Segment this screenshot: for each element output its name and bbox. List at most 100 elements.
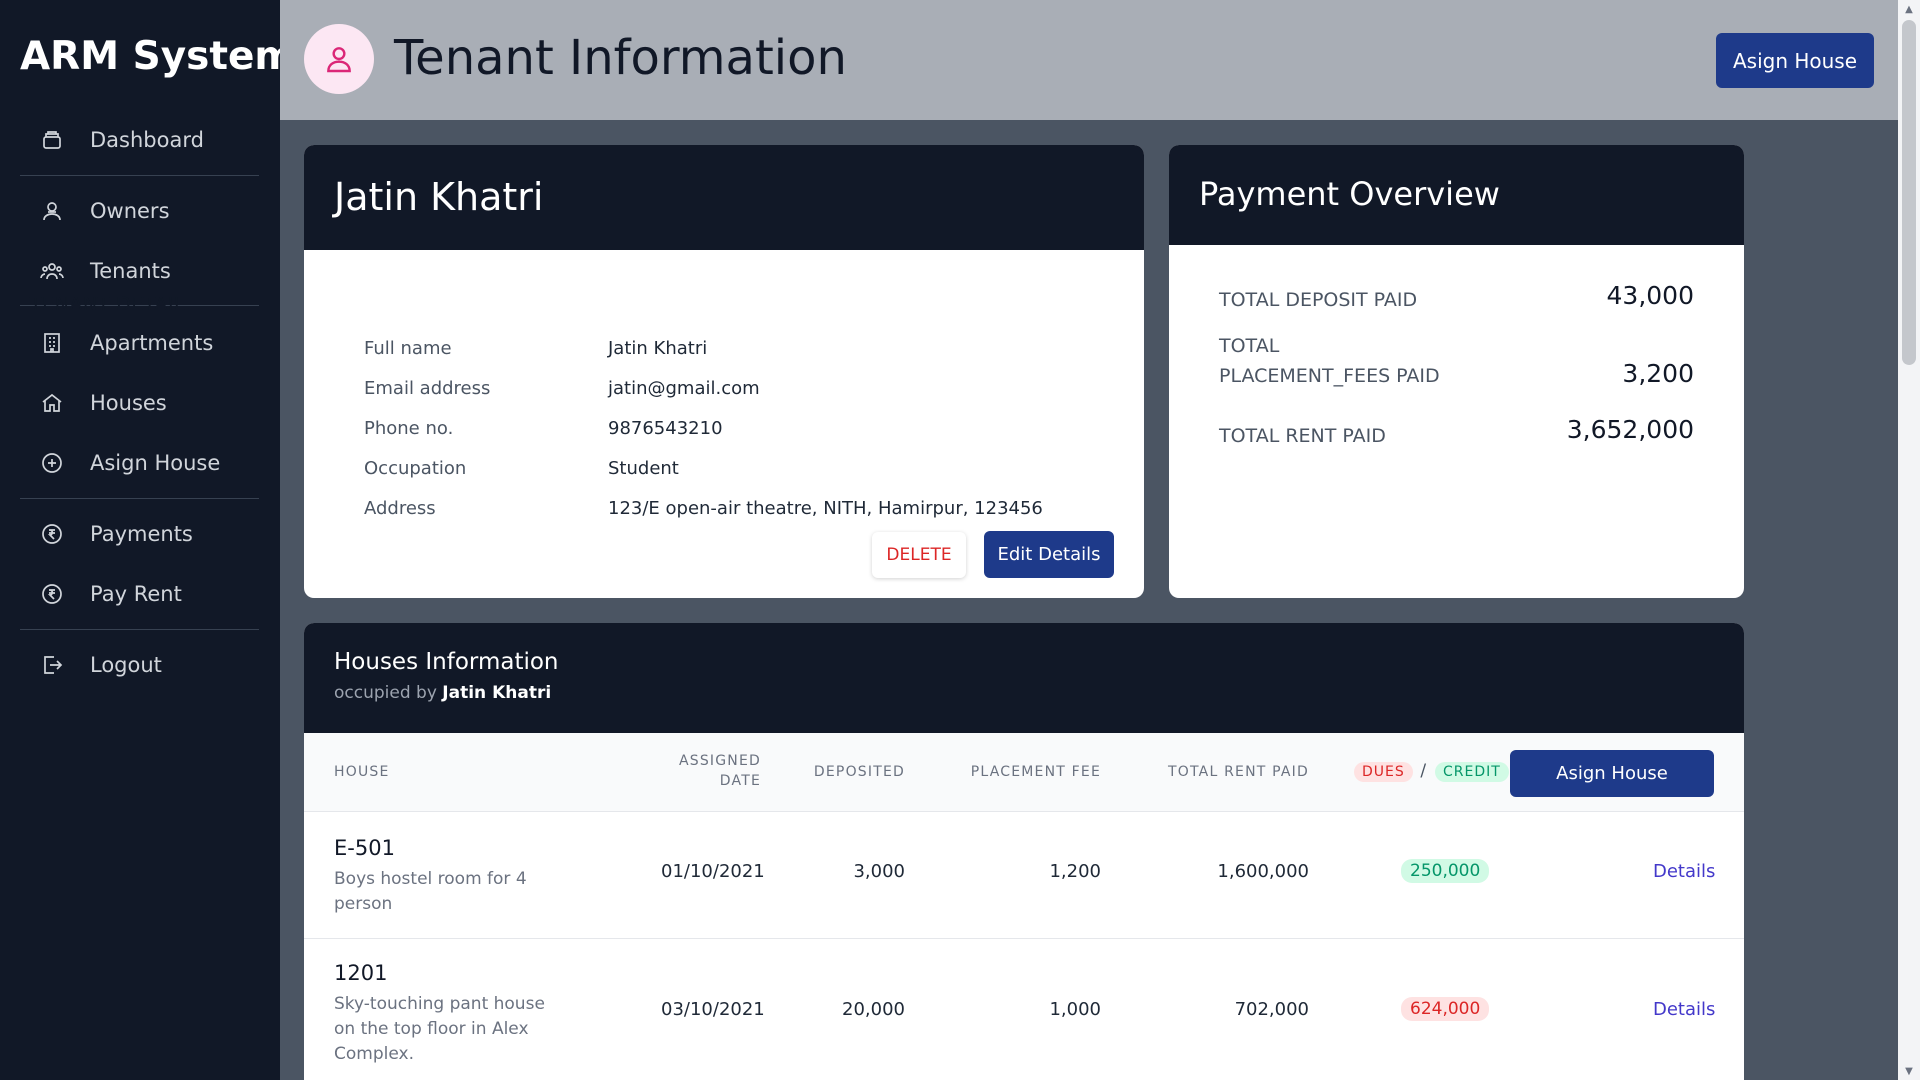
total-rent-paid-amount: 702,000 [1234,999,1309,1020]
tenant-card-header: Jatin Khatri [304,145,1144,250]
sidebar-divider [20,498,259,499]
edit-details-button[interactable]: Edit Details [984,531,1114,578]
sidebar-item-label: Houses [90,391,167,415]
table-asign-house-button[interactable]: Asign House [1510,750,1714,797]
tenant-name: Jatin Khatri [334,175,544,219]
sidebar-item-logout[interactable]: Logout [20,641,259,689]
sidebar-item-tenants[interactable]: Tenants [20,247,259,295]
total-rent-row: TOTAL RENT PAID 3,652,000 [1219,415,1694,455]
dues-badge: DUES [1354,762,1413,782]
avatar [304,24,374,94]
logout-icon [40,653,64,677]
page-scrollbar[interactable]: ▲ ▼ [1898,0,1920,1080]
houses-card-header: Houses Information occupied by Jatin Kha… [304,623,1744,733]
assigned-date: 01/10/2021 [661,861,765,882]
total-placement-fees-row: TOTAL PLACEMENT_FEES PAID 3,200 [1219,331,1694,393]
detail-value: jatin@gmail.com [608,378,760,399]
detail-value: Jatin Khatri [608,338,708,359]
total-deposit-label: TOTAL DEPOSIT PAID [1219,289,1418,311]
sidebar-item-label: Tenants [90,259,171,283]
occupied-by-label: occupied by [334,683,437,703]
house-name: 1201 [334,961,388,985]
total-placement-fees-value: 3,200 [1622,359,1694,388]
detail-label: Occupation [364,458,467,479]
detail-row-phone: Phone no. 9876543210 [364,418,1124,448]
dues-amount-badge: 624,000 [1401,997,1490,1021]
page-header: Tenant Information Asign House [280,0,1898,120]
sidebar-divider [20,175,259,176]
scroll-down-arrow-icon[interactable]: ▼ [1898,1062,1920,1080]
placement-fees-label-line2: PLACEMENT_FEES PAID [1219,365,1440,387]
house-description: Sky-touching pant house on the top floor… [334,994,545,1064]
detail-value: 9876543210 [608,418,723,439]
delete-button[interactable]: DELETE [872,532,966,578]
home-icon [40,391,64,415]
sidebar-item-owners[interactable]: Owners [20,187,259,235]
houses-information-card: Houses Information occupied by Jatin Kha… [304,623,1744,1080]
column-deposited: DEPOSITED [813,764,905,780]
payment-overview-card: Payment Overview TOTAL DEPOSIT PAID 43,0… [1169,145,1744,598]
details-link[interactable]: Details [1653,999,1715,1020]
dues-credit-separator: / [1420,761,1428,781]
house-description: Boys hostel room for 4 person [334,869,527,914]
dashboard-icon [40,128,64,152]
app-brand: ARM System [20,34,296,79]
total-deposit-value: 43,000 [1606,281,1694,310]
sidebar-item-dashboard[interactable]: Dashboard [20,116,259,164]
detail-label: Address [364,498,436,519]
placement-fees-label-line1: TOTAL [1219,335,1280,357]
sidebar-item-payments[interactable]: Payments [20,510,259,558]
sidebar-item-pay-rent[interactable]: Pay Rent [20,570,259,618]
assigned-date: 03/10/2021 [661,999,765,1020]
detail-value: 123/E open-air theatre, NITH, Hamirpur, … [608,498,1043,519]
rupee-circle-icon [40,522,64,546]
detail-row-address: Address 123/E open-air theatre, NITH, Ha… [364,498,1124,528]
table-row: 1201 Sky-touching pant house on the top … [304,939,1744,1080]
sidebar-item-apartments[interactable]: Apartments [20,319,259,367]
rupee-circle-icon [40,582,64,606]
column-assigned-line2: DATE [719,773,761,789]
detail-label: Phone no. [364,418,454,439]
asign-house-button[interactable]: Asign House [1716,33,1874,88]
column-total-rent-paid: TOTAL RENT PAID [1168,764,1309,780]
total-rent-label: TOTAL RENT PAID [1219,425,1386,447]
placement-fee-amount: 1,000 [1049,999,1101,1020]
sidebar-item-houses[interactable]: Houses [20,379,259,427]
detail-label: Full name [364,338,452,359]
user-icon [327,47,351,73]
column-assigned-line1: ASSIGNED [678,753,761,769]
total-rent-paid-amount: 1,600,000 [1217,861,1309,882]
tenants-icon [40,259,64,283]
owners-icon [40,199,64,223]
houses-title: Houses Information [334,649,559,675]
column-placement-fee: PLACEMENT FEE [970,764,1101,780]
details-link[interactable]: Details [1653,861,1715,882]
credit-badge: CREDIT [1435,762,1509,782]
scrollbar-thumb[interactable] [1902,20,1916,365]
tenant-detail-heading: TENANT DETAIL [30,293,186,315]
sidebar-item-label: Asign House [90,451,221,475]
placement-fee-amount: 1,200 [1049,861,1101,882]
credit-amount-badge: 250,000 [1401,859,1490,883]
sidebar: ARM System Dashboard Owners Tenants Apar… [0,0,295,1080]
building-icon [40,331,64,355]
sidebar-item-label: Apartments [90,331,214,355]
house-name: E-501 [334,836,395,860]
scroll-up-arrow-icon[interactable]: ▲ [1898,0,1920,18]
sidebar-item-label: Payments [90,522,193,546]
page-title: Tenant Information [394,30,847,86]
sidebar-item-label: Dashboard [90,128,204,152]
sidebar-item-label: Owners [90,199,170,223]
detail-row-email: Email address jatin@gmail.com [364,378,1124,408]
houses-subtitle: occupied by Jatin Khatri [334,683,1714,703]
houses-table-header: HOUSE ASSIGNED DATE DEPOSITED PLACEMENT … [304,733,1744,812]
column-dues-credit: DUES / CREDIT [1354,761,1509,782]
sidebar-item-asign-house[interactable]: Asign House [20,439,259,487]
payment-overview-title: Payment Overview [1199,175,1500,213]
occupant-name: Jatin Khatri [442,683,552,703]
detail-label: Email address [364,378,491,399]
payment-card-header: Payment Overview [1169,145,1744,245]
total-deposit-row: TOTAL DEPOSIT PAID 43,000 [1219,281,1694,321]
sidebar-divider [20,629,259,630]
deposited-amount: 20,000 [842,999,905,1020]
